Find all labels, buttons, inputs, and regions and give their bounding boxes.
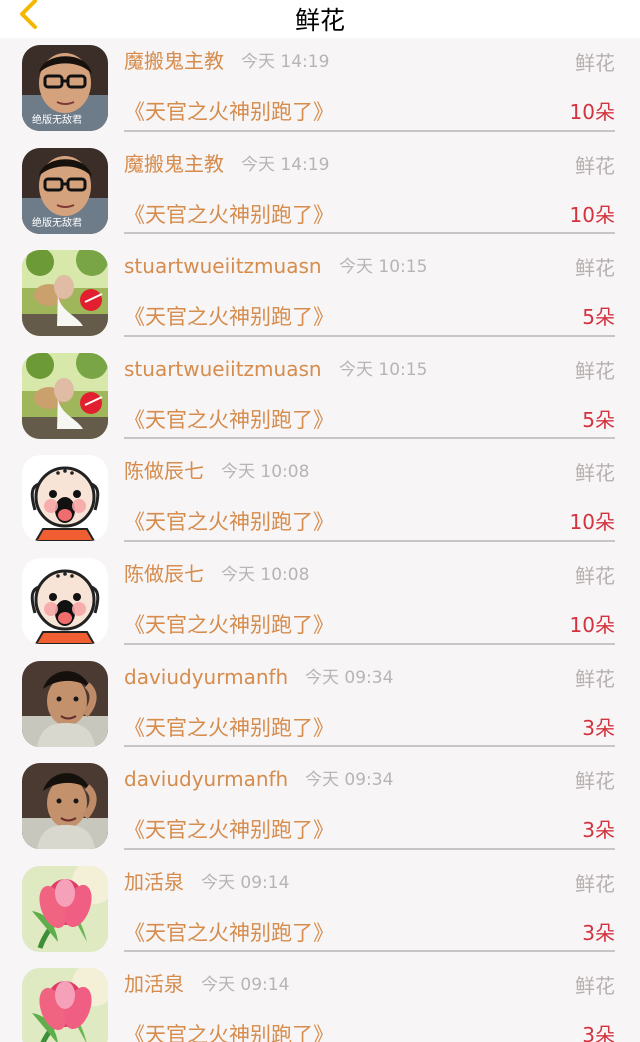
user-name[interactable]: daviudyurmanfh (124, 765, 288, 793)
page-title: 鲜花 (294, 6, 345, 35)
gift-type: 鲜花 (575, 358, 615, 383)
gift-type: 鲜花 (575, 461, 615, 486)
book-title-link[interactable]: 《天官之火神别跑了》 (124, 610, 334, 640)
cartoon-bald-kid-icon (22, 455, 108, 542)
row-divider (124, 437, 615, 440)
flower-list-screen: 鲜花 绝版无敌君 魔搬鬼主教 今天 14:19 鲜花 《天官之火神别跑了》 10朵 绝版… (0, 0, 640, 1042)
gift-type: 鲜花 (575, 153, 615, 178)
list-item[interactable]: 绝版无敌君 魔搬鬼主教 今天 14:19 鲜花《天官之火神别跑了》 10朵 (0, 38, 640, 141)
row-divider (124, 539, 615, 542)
book-title-link[interactable]: 《天官之火神别跑了》 (124, 97, 334, 127)
list-item[interactable]: 陈做辰七 今天 10:08 鲜花《天官之火神别跑了》 10朵 (0, 448, 640, 551)
avatar[interactable] (22, 865, 108, 952)
row-divider (124, 847, 615, 850)
flower-gift-list[interactable]: 绝版无敌君 魔搬鬼主教 今天 14:19 鲜花 《天官之火神别跑了》 10朵 绝版无敌君… (0, 38, 640, 1042)
list-item[interactable]: 加活泉 今天 09:14 鲜花《天官之火神别跑了》 3朵 (0, 858, 640, 962)
gift-type: 鲜花 (575, 51, 615, 75)
flower-count: 10朵 (569, 612, 615, 637)
row-divider (124, 950, 615, 953)
gift-time: 今天 14:19 (241, 52, 330, 72)
book-title-link[interactable]: 《天官之火神别跑了》 (124, 713, 334, 743)
gift-time: 今天 14:19 (241, 154, 330, 175)
avatar[interactable] (22, 968, 108, 1042)
flower-count: 3朵 (582, 1023, 615, 1042)
photo-young-man-glasses-icon: 绝版无敌君 (22, 147, 108, 234)
list-item[interactable]: 陈做辰七 今天 10:08 鲜花《天官之火神别跑了》 10朵 (0, 550, 640, 654)
user-name[interactable]: 加活泉 (124, 970, 184, 998)
gift-time: 今天 09:14 (201, 975, 290, 996)
avatar[interactable] (22, 250, 108, 337)
book-title-link[interactable]: 《天官之火神别跑了》 (124, 507, 334, 537)
cartoon-bald-kid-icon (22, 557, 108, 644)
user-name[interactable]: daviudyurmanfh (124, 663, 288, 691)
book-title-link[interactable]: 《天官之火神别跑了》 (124, 405, 334, 435)
flower-count: 5朵 (582, 407, 615, 432)
user-name[interactable]: 加活泉 (124, 868, 184, 896)
svg-text:绝版无敌君: 绝版无敌君 (32, 113, 82, 126)
gift-time: 今天 10:08 (221, 462, 310, 483)
book-title-link[interactable]: 《天官之火神别跑了》 (124, 1020, 334, 1042)
avatar[interactable] (22, 557, 108, 644)
list-item[interactable]: stuartwueiitzmuasn 今天 10:15 鲜花《天官之火神别跑了》 5朵 (0, 345, 640, 449)
flower-count: 5朵 (582, 305, 615, 330)
photo-man-portrait-icon (22, 763, 108, 850)
avatar[interactable] (22, 660, 108, 747)
list-item[interactable]: daviudyurmanfh 今天 09:34 鲜花《天官之火神别跑了》 3朵 (0, 653, 640, 757)
photo-young-man-glasses-icon: 绝版无敌君 (22, 45, 108, 131)
svg-text:绝版无敌君: 绝版无敌君 (32, 216, 82, 229)
list-item[interactable]: 绝版无敌君 魔搬鬼主教 今天 14:19 鲜花《天官之火神别跑了》 10朵 (0, 140, 640, 244)
gift-time: 今天 09:14 (201, 872, 290, 893)
row-divider (124, 334, 615, 337)
gift-time: 今天 10:08 (221, 564, 310, 585)
list-item[interactable]: stuartwueiitzmuasn 今天 10:15 鲜花《天官之火神别跑了》 5朵 (0, 243, 640, 346)
user-name[interactable]: 魔搬鬼主教 (124, 47, 224, 75)
user-name[interactable]: 陈做辰七 (124, 457, 204, 485)
photo-couple-outdoors-icon (22, 352, 108, 439)
flower-count: 10朵 (569, 202, 615, 227)
user-name[interactable]: stuartwueiitzmuasn (124, 355, 322, 383)
row-divider (124, 232, 615, 235)
gift-type: 鲜花 (575, 256, 615, 281)
gift-type: 鲜花 (575, 666, 615, 691)
user-name[interactable]: 魔搬鬼主教 (124, 150, 224, 178)
book-title-link[interactable]: 《天官之火神别跑了》 (124, 918, 334, 948)
gift-type: 鲜花 (575, 769, 615, 794)
flower-count: 10朵 (569, 100, 615, 124)
gift-type: 鲜花 (575, 871, 615, 896)
avatar[interactable]: 绝版无敌君 (22, 45, 108, 131)
navigation-bar: 鲜花 (0, 0, 640, 38)
flower-count: 3朵 (582, 715, 615, 740)
gift-time: 今天 10:15 (339, 359, 428, 380)
avatar[interactable]: 绝版无敌君 (22, 147, 108, 234)
gift-type: 鲜花 (575, 974, 615, 999)
row-divider (124, 745, 615, 748)
photo-pink-tulip-icon (22, 968, 108, 1042)
user-name[interactable]: 陈做辰七 (124, 560, 204, 588)
list-item[interactable]: daviudyurmanfh 今天 09:34 鲜花《天官之火神别跑了》 3朵 (0, 756, 640, 859)
gift-type: 鲜花 (575, 563, 615, 588)
gift-time: 今天 10:15 (339, 257, 428, 278)
row-divider (124, 642, 615, 645)
avatar[interactable] (22, 352, 108, 439)
user-name[interactable]: stuartwueiitzmuasn (124, 252, 322, 280)
book-title-link[interactable]: 《天官之火神别跑了》 (124, 815, 334, 845)
row-divider (124, 129, 615, 132)
flower-count: 3朵 (582, 818, 615, 843)
photo-pink-tulip-icon (22, 865, 108, 952)
book-title-link[interactable]: 《天官之火神别跑了》 (124, 200, 334, 230)
photo-man-portrait-icon (22, 660, 108, 747)
avatar[interactable] (22, 455, 108, 542)
flower-count: 10朵 (569, 510, 615, 535)
gift-time: 今天 09:34 (305, 667, 394, 688)
gift-time: 今天 09:34 (305, 770, 394, 791)
flower-count: 3朵 (582, 920, 615, 945)
photo-couple-outdoors-icon (22, 250, 108, 337)
book-title-link[interactable]: 《天官之火神别跑了》 (124, 302, 334, 332)
list-item[interactable]: 加活泉 今天 09:14 鲜花《天官之火神别跑了》 3朵 (0, 961, 640, 1042)
avatar[interactable] (22, 763, 108, 850)
